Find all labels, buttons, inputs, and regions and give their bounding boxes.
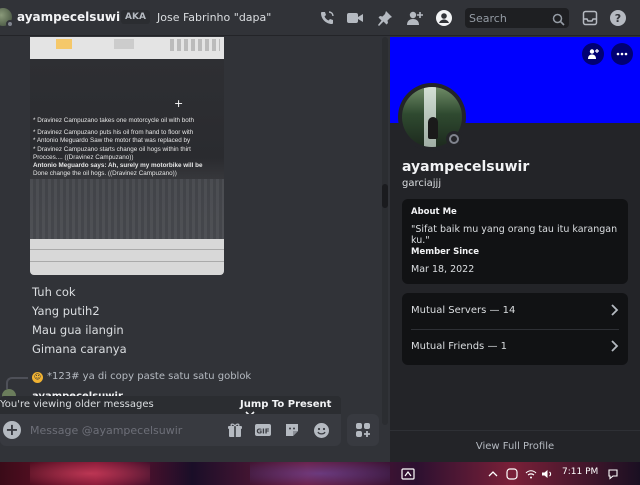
search-box[interactable] (465, 8, 569, 28)
svg-text:?: ? (615, 12, 621, 25)
message-text: Mau gua ilangin (32, 323, 124, 337)
up-arrow-icon[interactable] (486, 467, 500, 481)
scrollbar-thumb[interactable] (382, 184, 388, 208)
weather-icon[interactable] (399, 467, 417, 481)
scrollbar-track[interactable] (382, 37, 388, 425)
tray-app-icon[interactable] (505, 467, 519, 481)
status-offline-icon (449, 134, 459, 144)
mutual-friends-label: Mutual Friends — 1 (411, 341, 507, 352)
add-friend-icon[interactable] (405, 8, 425, 28)
discord-window: ayampecelsuwir AKA Jose Fabrinho "dapa" (0, 0, 640, 485)
about-me-text: "Sifat baik mu yang orang tau itu karang… (411, 224, 618, 246)
about-me-card: About Me "Sifat baik mu yang orang tau i… (402, 199, 628, 284)
attachment-line: * Antonio Meguardo Saw the motor that wa… (33, 137, 191, 145)
wallpaper-glow (30, 462, 150, 485)
attachment-line: * Dravinez Campuzano puts his oil from h… (33, 129, 194, 137)
reply-preview-text: *123# ya di copy paste satu satu goblok (47, 371, 252, 382)
profile-display-name: ayampecelsuwir (402, 159, 530, 175)
aka-badge: AKA (121, 10, 150, 24)
member-since-label: Member Since (411, 247, 479, 257)
more-options-icon[interactable] (611, 43, 633, 65)
inbox-icon[interactable] (580, 8, 600, 28)
message-text: Tuh cok (32, 285, 76, 299)
os-taskbar: 7:11 PM (0, 462, 640, 485)
mutual-servers-row[interactable]: Mutual Servers — 14 (402, 293, 628, 329)
svg-text:GIF: GIF (256, 428, 269, 436)
search-icon (552, 11, 565, 30)
search-input[interactable] (469, 10, 549, 26)
apps-icon[interactable] (347, 414, 379, 446)
message-text: Yang putih2 (32, 304, 100, 318)
mutual-friends-row[interactable]: Mutual Friends — 1 (402, 329, 628, 365)
attachment-texture (30, 179, 224, 239)
attachment-line: Procces.... ((Dravinez Campuzano)) (33, 153, 134, 161)
gift-icon[interactable] (226, 421, 244, 439)
older-messages-notice: You're viewing older messages (0, 399, 154, 410)
dm-header: ayampecelsuwir AKA Jose Fabrinho "dapa" (0, 0, 640, 36)
volume-icon[interactable] (540, 467, 554, 481)
attachment-line: * Dravinez Campuzano takes one motorcycl… (33, 117, 194, 124)
chevron-right-icon (611, 304, 619, 316)
add-friend-icon[interactable] (582, 43, 604, 65)
notification-icon[interactable] (605, 467, 621, 481)
member-since-date: Mar 18, 2022 (411, 264, 475, 275)
attachment-line: * Dravinez Campuzano starts change oil h… (33, 145, 191, 153)
attachment-statusbar (30, 239, 224, 275)
user-profile-panel: ayampecelsuwir garciajjj About Me "Sifat… (390, 37, 640, 462)
about-me-label: About Me (411, 207, 457, 217)
message-list[interactable]: + * Dravinez Campuzano takes one motorcy… (0, 37, 390, 425)
view-full-profile-button[interactable]: View Full Profile (390, 430, 640, 462)
image-attachment[interactable]: + * Dravinez Campuzano takes one motorcy… (30, 37, 224, 275)
cursor-cross-icon: + (174, 97, 184, 110)
sticker-icon[interactable] (283, 421, 301, 439)
upload-plus-icon[interactable]: + (3, 421, 21, 439)
emoji-icon[interactable] (312, 421, 330, 439)
mutuals-card: Mutual Servers — 14 Mutual Friends — 1 (402, 293, 628, 365)
message-input[interactable] (30, 421, 220, 439)
profile-username: garciajjj (402, 178, 442, 189)
mutual-servers-label: Mutual Servers — 14 (411, 305, 516, 316)
phone-call-icon[interactable] (317, 8, 337, 28)
wallpaper-glow (250, 462, 390, 485)
clock[interactable]: 7:11 PM (562, 467, 598, 477)
message-composer: + GIF (0, 414, 341, 446)
pin-icon[interactable] (375, 8, 395, 28)
gif-icon[interactable]: GIF (254, 421, 272, 439)
older-messages-bar: You're viewing older messages Jump To Pr… (0, 396, 341, 418)
chevron-right-icon (611, 340, 619, 352)
video-call-icon[interactable] (345, 8, 365, 28)
reply-connector (6, 377, 28, 389)
attachment-ribbon (30, 37, 224, 59)
message-text: Gimana caranya (32, 342, 127, 356)
attachment-line: Done change the oil hogs. ((Dravinez Cam… (33, 170, 177, 178)
profile-toggle-icon[interactable] (434, 8, 454, 28)
reply-author-avatar: ☺ (32, 372, 43, 383)
reply-preview[interactable]: ☺ *123# ya di copy paste satu satu goblo… (0, 370, 390, 389)
attachment-line: Antonio Meguardo says: Ah, surely my mot… (33, 162, 203, 170)
attachment-text: * Dravinez Campuzano takes one motorcycl… (33, 117, 224, 178)
wifi-icon[interactable] (524, 467, 538, 481)
header-username[interactable]: ayampecelsuwir (17, 10, 126, 24)
header-nicknames: Jose Fabrinho "dapa" (157, 11, 272, 24)
help-icon[interactable]: ? (608, 8, 628, 28)
jump-to-present-label: Jump To Present (240, 399, 332, 410)
status-offline-icon (6, 20, 14, 28)
